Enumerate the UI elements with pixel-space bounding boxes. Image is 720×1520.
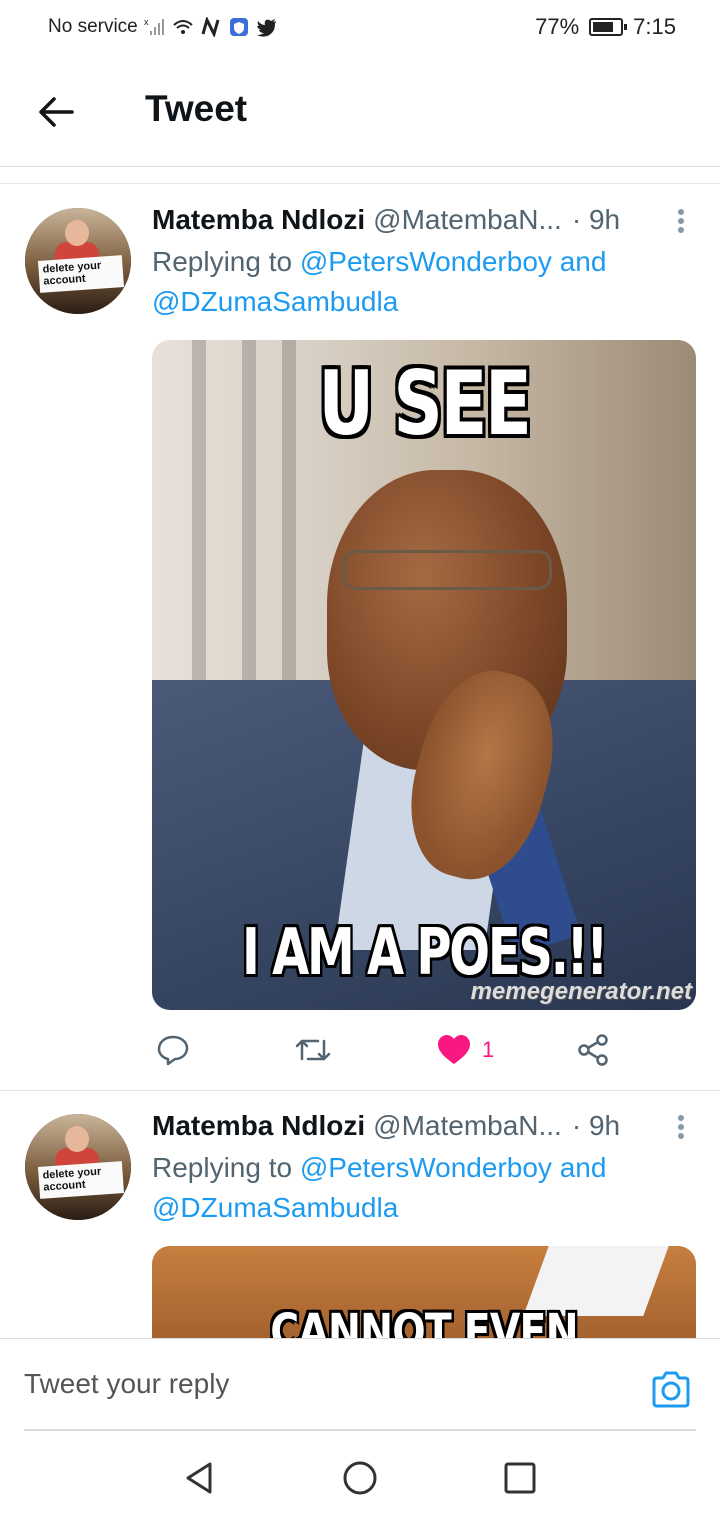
more-vertical-icon[interactable] [676, 206, 686, 236]
author-handle[interactable]: @MatembaN... [373, 1110, 562, 1142]
system-nav-bar [0, 1432, 720, 1520]
battery-icon [589, 18, 628, 36]
status-bar: No service x 77% 7:15 [0, 0, 720, 58]
share-icon [578, 1034, 608, 1066]
avatar[interactable]: delete your account [25, 208, 131, 314]
share-button[interactable] [576, 1030, 610, 1070]
back-arrow-icon[interactable] [32, 88, 80, 136]
meme-watermark: memegenerator.net [470, 978, 692, 1005]
avatar-sign-text: delete your account [37, 1161, 125, 1199]
twitter-bird-icon [256, 19, 276, 37]
shield-icon [229, 18, 248, 36]
tweet-time[interactable]: · 9h [572, 204, 620, 236]
tweet-header: Matemba Ndlozi @MatembaN... · 9h [152, 204, 620, 236]
status-right: 77% 7:15 [535, 14, 676, 40]
tweet-header: Matemba Ndlozi @MatembaN... · 9h [152, 1110, 620, 1142]
heart-icon [438, 1035, 470, 1064]
top-bar: Tweet [0, 58, 720, 167]
reply-button[interactable] [156, 1030, 190, 1070]
tweet-time[interactable]: · 9h [572, 1110, 620, 1142]
reply-divider [24, 1429, 696, 1431]
replying-to: Replying to @PetersWonderboy and @DZumaS… [152, 1148, 672, 1228]
page-title: Tweet [145, 88, 248, 129]
replying-to-label: Replying to [152, 1152, 293, 1183]
tweet-image[interactable]: U SEE I AM A POES.!! memegenerator.net [152, 340, 696, 1010]
reply-icon [157, 1035, 189, 1066]
replying-to: Replying to @PetersWonderboy and @DZumaS… [152, 242, 672, 322]
like-button[interactable]: 1 [436, 1030, 494, 1070]
mention-link[interactable]: @PetersWonderboy [300, 246, 552, 277]
nav-home-icon[interactable] [340, 1458, 380, 1498]
like-count: 1 [482, 1037, 495, 1062]
more-vertical-icon[interactable] [676, 1112, 686, 1142]
reply-bar [0, 1338, 720, 1433]
tweet[interactable]: delete your account Matemba Ndlozi @Mate… [0, 1092, 720, 1338]
clock: 7:15 [633, 14, 676, 39]
svg-text:x: x [144, 17, 149, 27]
mention-link[interactable]: @PetersWonderboy [300, 1152, 552, 1183]
battery-percent: 77% [535, 14, 580, 39]
avatar-sign-text: delete your account [37, 255, 125, 293]
avatar[interactable]: delete your account [25, 1114, 131, 1220]
nfc-icon [201, 17, 220, 37]
tweet-actions: 1 [152, 1030, 672, 1070]
mention-and-link[interactable]: and [560, 1152, 607, 1183]
mention-and-link[interactable]: and [560, 246, 607, 277]
author-name[interactable]: Matemba Ndlozi [152, 1110, 365, 1142]
tweet[interactable]: delete your account Matemba Ndlozi @Mate… [0, 183, 720, 1091]
status-left: No service x [48, 16, 278, 38]
author-handle[interactable]: @MatembaN... [373, 204, 562, 236]
mention-link[interactable]: @DZumaSambudla [152, 286, 398, 317]
tweet-image[interactable]: CANNOT EVEN COUNT [152, 1246, 696, 1338]
carrier-label: No service [48, 16, 138, 37]
retweet-button[interactable] [294, 1030, 332, 1070]
wifi-icon [173, 20, 193, 34]
nav-recents-icon[interactable] [500, 1458, 540, 1498]
retweet-icon [295, 1039, 331, 1061]
reply-input[interactable] [24, 1361, 584, 1407]
replying-to-label: Replying to [152, 246, 293, 277]
meme-top-text: CANNOT EVEN COUNT [270, 1304, 578, 1338]
meme-top-text: U SEE [318, 352, 531, 455]
author-name[interactable]: Matemba Ndlozi [152, 204, 365, 236]
signal-icon: x [144, 17, 164, 35]
mention-link[interactable]: @DZumaSambudla [152, 1192, 398, 1223]
nav-back-icon[interactable] [180, 1458, 220, 1498]
camera-icon[interactable] [650, 1369, 692, 1411]
